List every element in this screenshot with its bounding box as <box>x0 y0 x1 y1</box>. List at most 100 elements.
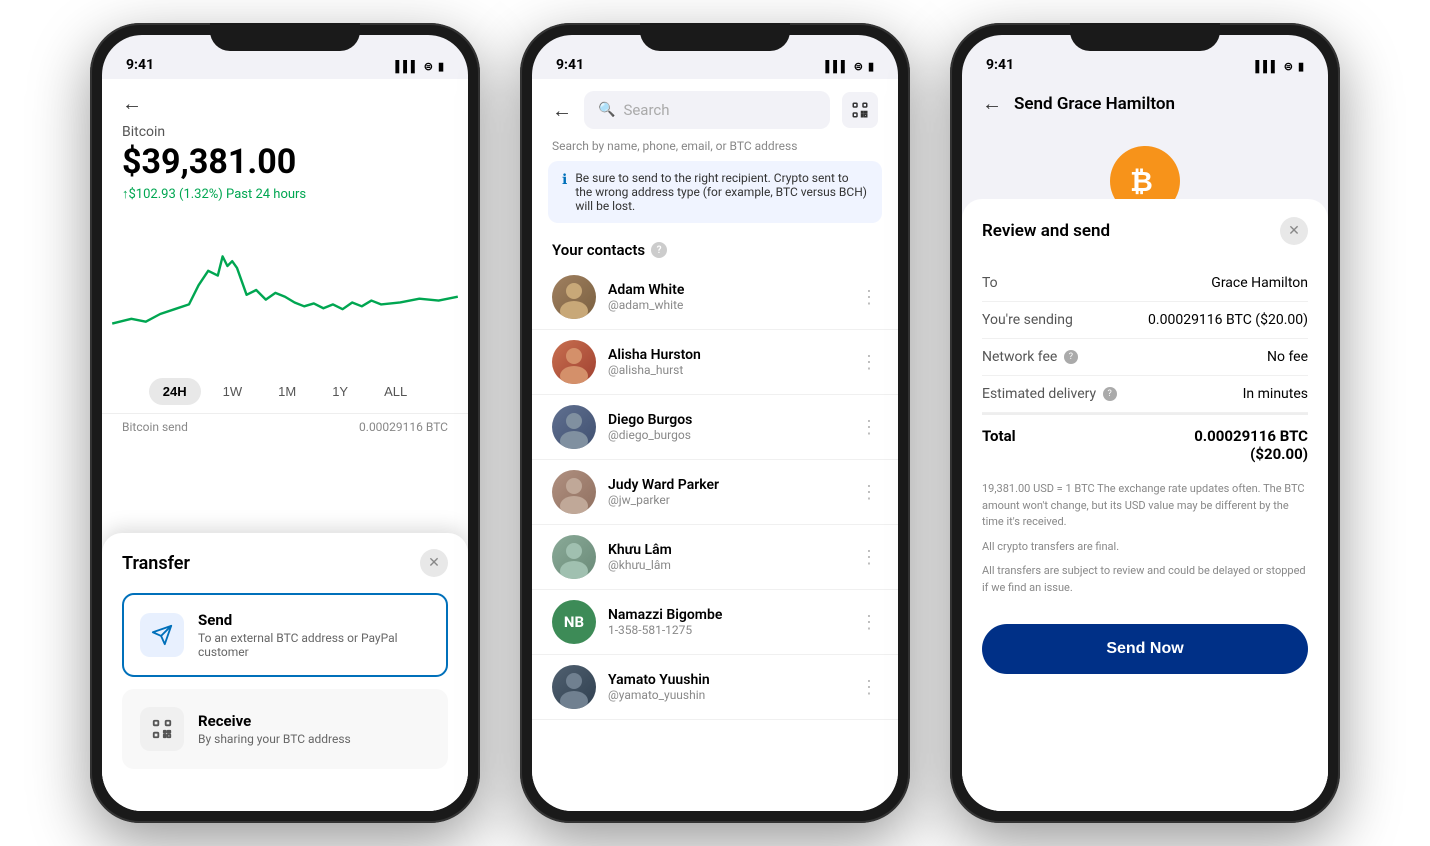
contact-item-alisha[interactable]: Alisha Hurston @alisha_hurst ⋮ <box>532 330 898 395</box>
avatar-adam-img <box>552 275 596 319</box>
more-dots-judy[interactable]: ⋮ <box>860 482 878 503</box>
contact-item-namazzi[interactable]: NB Namazzi Bigombe 1-358-581-1275 ⋮ <box>532 590 898 655</box>
contact-item[interactable]: Adam White @adam_white ⋮ <box>532 265 898 330</box>
notch-3 <box>1070 23 1220 51</box>
modal-title: Transfer <box>122 553 190 574</box>
back-button-3[interactable]: ← <box>982 91 1002 116</box>
crypto-change: ↑$102.93 (1.32%) Past 24 hours <box>122 186 448 202</box>
more-dots-diego[interactable]: ⋮ <box>860 417 878 438</box>
avatar-adam <box>552 275 596 319</box>
btc-footer-value: 0.00029116 BTC <box>359 420 448 434</box>
btc-footer: Bitcoin send 0.00029116 BTC <box>102 413 468 440</box>
contact-name-judy: Judy Ward Parker <box>608 477 848 493</box>
receive-option-icon <box>140 707 184 751</box>
total-row: Total 0.00029116 BTC ($20.00) <box>982 413 1308 471</box>
contact-handle-diego: @diego_burgos <box>608 428 848 442</box>
contact-handle-alisha: @alisha_hurst <box>608 363 848 377</box>
avatar-namazzi: NB <box>552 600 596 644</box>
notch-1 <box>210 23 360 51</box>
avatar-judy-img <box>552 470 596 514</box>
contact-handle-adam: @adam_white <box>608 298 848 312</box>
contact-name-alisha: Alisha Hurston <box>608 347 848 363</box>
total-label: Total <box>982 427 1016 445</box>
wifi-icon: ⊜ <box>424 60 433 73</box>
contacts-header: Your contacts ? <box>532 233 898 265</box>
qr-icon <box>851 101 869 119</box>
more-dots-yamato[interactable]: ⋮ <box>860 677 878 698</box>
avatar-yamato-img <box>552 665 596 709</box>
back-button-2[interactable]: ← <box>552 98 572 123</box>
fine-print-3: All transfers are subject to review and … <box>982 563 1308 596</box>
receive-title: Receive <box>198 712 430 730</box>
status-icons-2: ▌▌▌ ⊜ ▮ <box>825 60 874 73</box>
receive-desc: By sharing your BTC address <box>198 732 430 746</box>
total-btc: 0.00029116 BTC <box>1194 427 1308 445</box>
status-time-3: 9:41 <box>986 57 1014 73</box>
send-option-icon <box>140 613 184 657</box>
avatar-khuu-img <box>552 535 596 579</box>
modal-close-button[interactable]: ✕ <box>420 549 448 577</box>
signal-icon: ▌▌▌ <box>395 60 418 73</box>
receive-icon <box>151 718 173 740</box>
contact-info-adam: Adam White @adam_white <box>608 282 848 312</box>
review-modal: Review and send ✕ To Grace Hamilton You'… <box>962 199 1328 811</box>
bitcoin-icon: ₿ <box>1125 161 1165 201</box>
price-chart <box>102 218 468 362</box>
phone3-header: ← Send Grace Hamilton <box>962 79 1328 126</box>
qr-button[interactable] <box>842 92 878 128</box>
transfer-modal: Transfer ✕ Send To an external BTC addre… <box>102 533 468 811</box>
filter-1w[interactable]: 1W <box>209 378 257 405</box>
more-dots-khuu[interactable]: ⋮ <box>860 547 878 568</box>
review-row-fee: Network fee ? No fee <box>982 339 1308 376</box>
receive-option[interactable]: Receive By sharing your BTC address <box>122 689 448 769</box>
contact-item-judy[interactable]: Judy Ward Parker @jw_parker ⋮ <box>532 460 898 525</box>
btc-footer-label: Bitcoin send <box>122 420 188 434</box>
warning-banner: ℹ Be sure to send to the right recipient… <box>548 161 882 223</box>
delivery-help-icon[interactable]: ? <box>1103 387 1117 401</box>
contact-info-diego: Diego Burgos @diego_burgos <box>608 412 848 442</box>
signal-icon-3: ▌▌▌ <box>1255 60 1278 73</box>
delivery-value: In minutes <box>1243 386 1308 402</box>
contacts-help-icon[interactable]: ? <box>651 242 667 258</box>
contact-info-judy: Judy Ward Parker @jw_parker <box>608 477 848 507</box>
more-dots-namazzi[interactable]: ⋮ <box>860 612 878 633</box>
back-button-1[interactable]: ← <box>122 91 448 116</box>
fee-help-icon[interactable]: ? <box>1064 350 1078 364</box>
more-dots-adam[interactable]: ⋮ <box>860 287 878 308</box>
contact-info-alisha: Alisha Hurston @alisha_hurst <box>608 347 848 377</box>
contact-info-namazzi: Namazzi Bigombe 1-358-581-1275 <box>608 607 848 637</box>
contact-name-diego: Diego Burgos <box>608 412 848 428</box>
send-desc: To an external BTC address or PayPal cus… <box>198 631 430 659</box>
contact-item-yamato[interactable]: Yamato Yuushin @yamato_yuushin ⋮ <box>532 655 898 720</box>
avatar-diego <box>552 405 596 449</box>
send-now-button[interactable]: Send Now <box>982 624 1308 674</box>
search-box[interactable]: 🔍 Search <box>584 91 830 129</box>
avatar-khuu <box>552 535 596 579</box>
filter-24h[interactable]: 24H <box>149 378 201 405</box>
total-usd: ($20.00) <box>1194 445 1308 463</box>
contact-info-khuu: Khưu Lâm @khưu_lâm <box>608 542 848 572</box>
review-close-button[interactable]: ✕ <box>1280 217 1308 245</box>
review-row-to: To Grace Hamilton <box>982 265 1308 302</box>
review-row-delivery: Estimated delivery ? In minutes <box>982 376 1308 413</box>
sending-label: You're sending <box>982 312 1073 328</box>
wifi-icon-3: ⊜ <box>1284 60 1293 73</box>
battery-icon-2: ▮ <box>868 60 874 73</box>
contact-item-diego[interactable]: Diego Burgos @diego_burgos ⋮ <box>532 395 898 460</box>
info-icon: ℹ <box>562 172 567 213</box>
warning-text: Be sure to send to the right recipient. … <box>575 171 868 213</box>
send-icon <box>151 624 173 646</box>
contact-item-khuu[interactable]: Khưu Lâm @khưu_lâm ⋮ <box>532 525 898 590</box>
more-dots-alisha[interactable]: ⋮ <box>860 352 878 373</box>
chart-area <box>102 210 468 370</box>
contact-list: Adam White @adam_white ⋮ Alisha Hurston <box>532 265 898 720</box>
contacts-label: Your contacts <box>552 241 645 259</box>
send-option[interactable]: Send To an external BTC address or PayPa… <box>122 593 448 677</box>
filter-1y[interactable]: 1Y <box>318 378 362 405</box>
filter-all[interactable]: ALL <box>370 378 421 405</box>
filter-1m[interactable]: 1M <box>264 378 310 405</box>
fine-print-1: 19,381.00 USD = 1 BTC The exchange rate … <box>982 481 1308 531</box>
receive-option-text: Receive By sharing your BTC address <box>198 712 430 746</box>
screen-3: ← Send Grace Hamilton ₿ Send Bitcoin Rev… <box>962 79 1328 811</box>
avatar-alisha <box>552 340 596 384</box>
